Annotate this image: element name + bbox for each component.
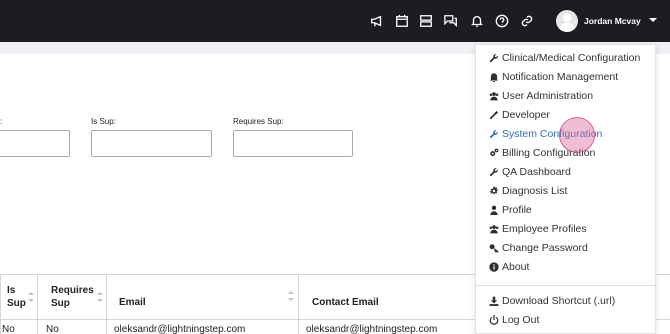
chevron-down-icon[interactable] — [649, 18, 657, 22]
table-cell: No — [46, 324, 59, 334]
wrench-icon — [488, 166, 500, 178]
menu-item-label: Clinical/Medical Configuration — [502, 52, 641, 64]
menu-item-profile[interactable]: Profile — [488, 202, 532, 218]
filter-label-requires-sup: Requires Sup: — [233, 117, 284, 126]
menu-item-label: Diagnosis List — [502, 185, 568, 197]
gear-icon — [488, 185, 500, 197]
menu-item-label: Developer — [502, 109, 550, 121]
link-icon[interactable] — [519, 13, 535, 29]
menu-item-label: User Administration — [502, 90, 594, 102]
menu-item-diagnosis-list[interactable]: Diagnosis List — [488, 183, 567, 199]
avatar — [556, 10, 578, 32]
menu-item-label: QA Dashboard — [502, 166, 571, 178]
filter-input-partial[interactable] — [0, 130, 70, 157]
menu-item-label: Download Shortcut (.url) — [502, 295, 616, 307]
menu-item-label: Log Out — [502, 314, 540, 326]
calendar-icon[interactable] — [394, 13, 410, 29]
menu-item-notification-management[interactable]: Notification Management — [488, 69, 618, 85]
sort-icon[interactable] — [28, 292, 34, 302]
menu-item-label: Change Password — [502, 242, 588, 254]
column-header-email[interactable]: Email — [119, 274, 289, 320]
menu-item-label: Employee Profiles — [502, 223, 587, 235]
download-icon — [488, 295, 500, 307]
sort-icon[interactable] — [97, 292, 103, 302]
column-header-requires-sup[interactable]: Requires Sup — [51, 274, 101, 320]
menu-item-about[interactable]: About — [488, 259, 529, 275]
table-cell: No — [2, 324, 15, 334]
chat-icon[interactable] — [443, 13, 459, 29]
menu-divider — [476, 285, 655, 286]
help-icon[interactable] — [494, 13, 510, 29]
requires-sup-input[interactable] — [233, 130, 353, 157]
user-icon — [488, 204, 500, 216]
is-sup-input[interactable] — [91, 130, 212, 157]
cursor-highlight — [559, 117, 595, 153]
info-icon — [488, 261, 500, 273]
column-header-contact-email[interactable]: Contact Email — [312, 274, 472, 320]
user-dropdown-menu: Clinical/Medical Configuration Notificat… — [475, 44, 656, 334]
magic-wand-icon — [488, 109, 500, 121]
wrench-icon — [488, 128, 500, 140]
users-icon — [488, 223, 500, 235]
bell-icon[interactable] — [469, 13, 485, 29]
users-icon — [488, 90, 500, 102]
menu-item-qa-dashboard[interactable]: QA Dashboard — [488, 164, 571, 180]
menu-item-log-out[interactable]: Log Out — [488, 312, 539, 328]
megaphone-icon[interactable] — [369, 13, 385, 29]
menu-item-download-shortcut[interactable]: Download Shortcut (.url) — [488, 293, 615, 309]
sort-icon[interactable] — [288, 291, 294, 301]
column-divider — [106, 275, 107, 334]
menu-item-label: Notification Management — [502, 71, 619, 83]
power-icon — [488, 314, 500, 326]
column-divider — [37, 275, 38, 334]
column-divider — [0, 275, 1, 334]
menu-item-label: About — [502, 261, 530, 273]
user-name: Jordan Mcvay — [584, 16, 641, 26]
key-icon — [488, 242, 500, 254]
menu-item-clinical-medical-configuration[interactable]: Clinical/Medical Configuration — [488, 50, 640, 66]
user-menu-toggle[interactable]: Jordan Mcvay — [556, 10, 641, 32]
menu-item-label: Profile — [502, 204, 532, 216]
menu-item-change-password[interactable]: Change Password — [488, 240, 588, 256]
column-divider — [298, 275, 299, 334]
menu-item-developer[interactable]: Developer — [488, 107, 550, 123]
top-navbar: Jordan Mcvay — [0, 0, 670, 42]
wrench-icon — [488, 52, 500, 64]
bell-icon — [488, 71, 500, 83]
cogs-icon — [488, 147, 500, 159]
menu-item-user-administration[interactable]: User Administration — [488, 88, 593, 104]
filter-label-partial: : — [0, 117, 3, 126]
filter-label-is-sup: Is Sup: — [91, 117, 116, 126]
server-icon[interactable] — [418, 13, 434, 29]
table-cell-email: oleksandr@lightningstep.com — [114, 324, 246, 334]
table-cell-contact-email: oleksandr@lightningstep.com — [306, 324, 438, 334]
menu-item-employee-profiles[interactable]: Employee Profiles — [488, 221, 587, 237]
